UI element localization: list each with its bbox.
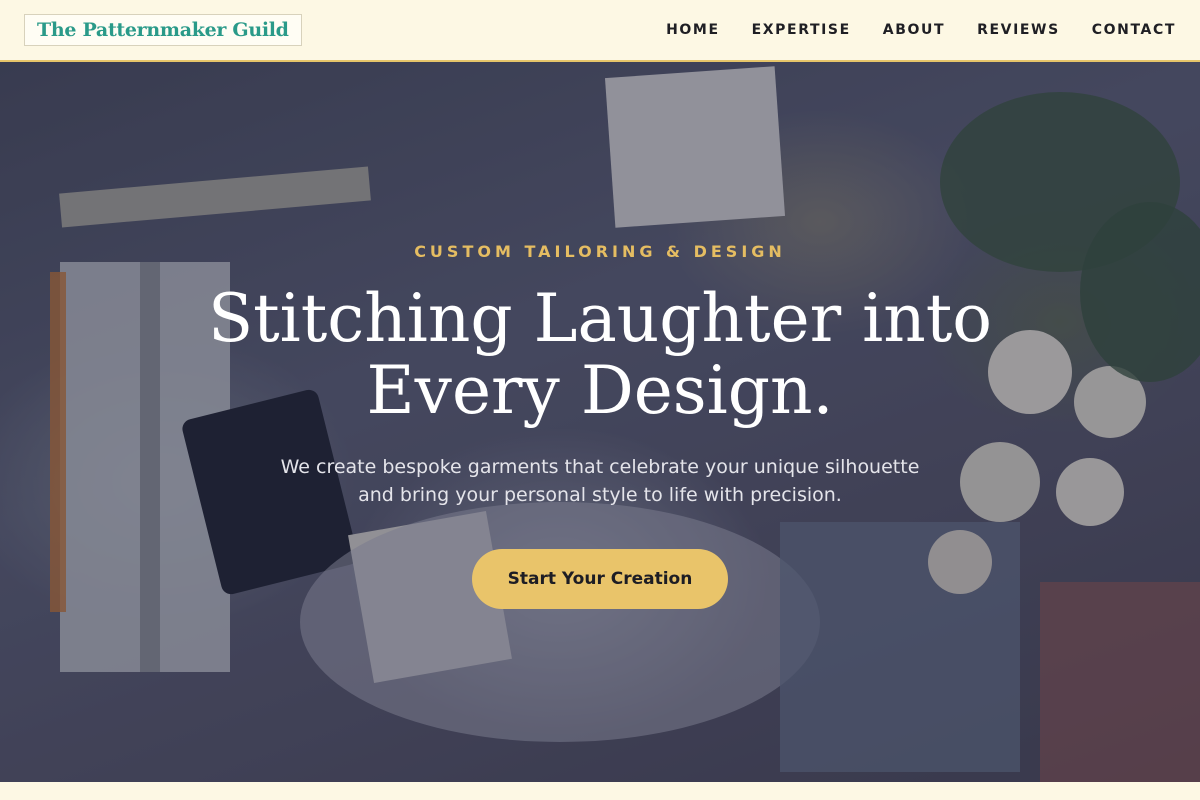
hero-section: CUSTOM TAILORING & DESIGN Stitching Laug… (0, 62, 1200, 782)
hero-content: CUSTOM TAILORING & DESIGN Stitching Laug… (0, 62, 1200, 782)
hero-subtext-line-1: We create bespoke garments that celebrat… (280, 456, 920, 478)
hero-headline-line-1: Stitching Laughter into (207, 280, 993, 357)
hero-eyebrow: CUSTOM TAILORING & DESIGN (414, 242, 786, 261)
nav-about[interactable]: ABOUT (883, 22, 945, 38)
hero-headline: Stitching Laughter into Every Design. (150, 283, 1050, 427)
hero-subtext: We create bespoke garments that celebrat… (240, 453, 960, 509)
site-logo[interactable]: The Patternmaker Guild (24, 14, 302, 46)
hero-headline-line-2: Every Design. (366, 352, 834, 429)
main-nav: HOME EXPERTISE ABOUT REVIEWS CONTACT (666, 22, 1176, 38)
nav-expertise[interactable]: EXPERTISE (752, 22, 851, 38)
site-header: The Patternmaker Guild HOME EXPERTISE AB… (0, 0, 1200, 62)
hero-subtext-line-2: and bring your personal style to life wi… (358, 484, 842, 506)
page-bottom-strip (0, 782, 1200, 800)
nav-reviews[interactable]: REVIEWS (977, 22, 1060, 38)
nav-home[interactable]: HOME (666, 22, 720, 38)
nav-contact[interactable]: CONTACT (1092, 22, 1176, 38)
start-creation-button[interactable]: Start Your Creation (472, 549, 728, 609)
